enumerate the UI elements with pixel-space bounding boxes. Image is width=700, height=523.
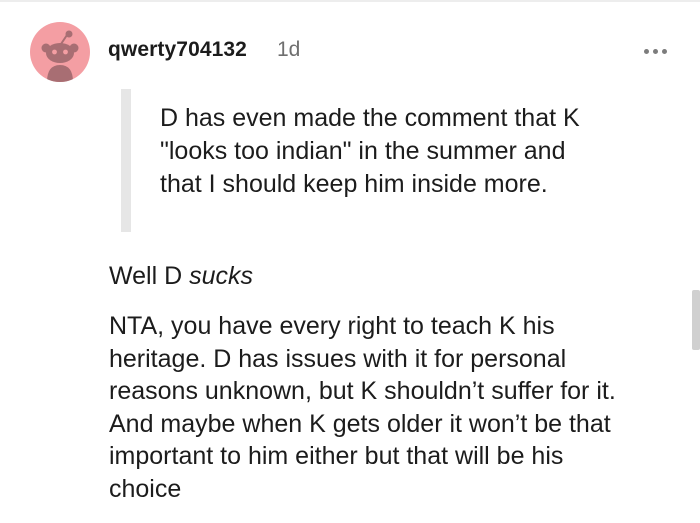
comment-paragraph-1: Well D sucks bbox=[109, 260, 253, 293]
paragraph-line: choice bbox=[109, 474, 182, 503]
top-divider bbox=[0, 0, 700, 2]
emphasis-text: sucks bbox=[189, 262, 254, 290]
comment-paragraph-2: NTA, you have every right to teach K his… bbox=[109, 310, 679, 505]
blockquote-line: D has even made the comment that K bbox=[160, 104, 580, 132]
paragraph-line: important to him either but that will be… bbox=[109, 442, 564, 470]
more-options-button[interactable] bbox=[638, 34, 672, 68]
paragraph-line: And maybe when K gets older it won’t be … bbox=[109, 409, 611, 438]
blockquote-line: "looks too indian" in the summer and bbox=[160, 137, 566, 165]
scrollbar-thumb[interactable] bbox=[692, 290, 700, 350]
blockquote-line: that I should keep him inside more. bbox=[160, 170, 548, 198]
blockquote-bar bbox=[121, 89, 131, 232]
paragraph-line: heritage. D has issues with it for perso… bbox=[109, 344, 567, 373]
paragraph-text: Well D bbox=[109, 262, 190, 290]
comment-timestamp: 1d bbox=[277, 38, 301, 61]
more-options-icon bbox=[661, 48, 667, 54]
more-options-icon bbox=[652, 48, 658, 54]
comment-author[interactable]: qwerty704132 bbox=[108, 38, 247, 62]
blockquote: D has even made the comment that K "look… bbox=[160, 102, 640, 201]
avatar[interactable] bbox=[30, 22, 90, 82]
more-options-icon bbox=[643, 48, 649, 54]
paragraph-line: NTA, you have every right to teach K his bbox=[109, 312, 555, 340]
paragraph-line: reasons unknown, but K shouldn’t suffer … bbox=[109, 377, 616, 405]
reddit-snoo-icon bbox=[41, 30, 79, 82]
